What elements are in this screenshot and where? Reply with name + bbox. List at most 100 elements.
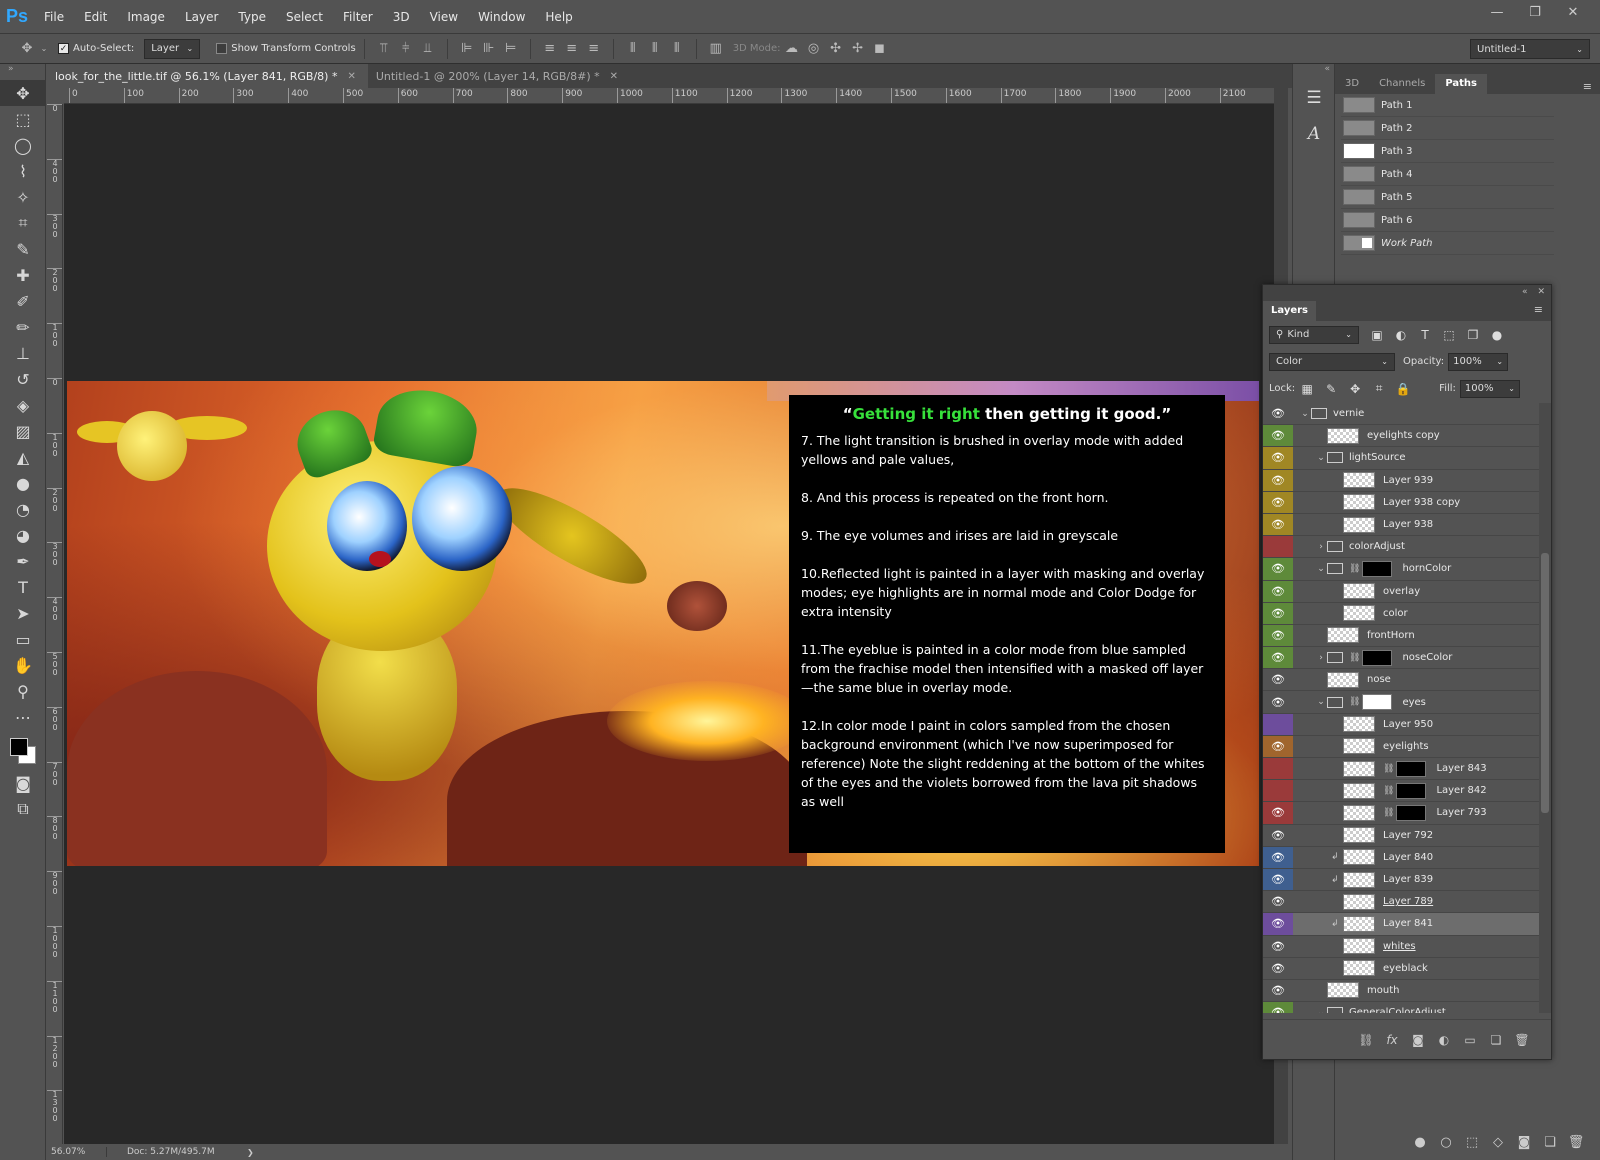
filter-pixel-icon[interactable]: ▣: [1365, 328, 1389, 342]
distribute-hcenter-icon[interactable]: ⦀: [644, 39, 666, 59]
align-vcenter-icon[interactable]: ⫩: [395, 39, 417, 59]
visibility-eye-icon[interactable]: 👁: [1263, 758, 1293, 780]
visibility-eye-icon[interactable]: 👁: [1263, 846, 1293, 868]
visibility-eye-icon[interactable]: 👁: [1263, 647, 1293, 669]
lasso-tool-icon[interactable]: ◯: [0, 132, 46, 158]
layer-row[interactable]: 👁 mouth: [1263, 980, 1539, 1003]
menu-item-select[interactable]: Select: [276, 0, 333, 34]
path-item[interactable]: Path 6: [1341, 209, 1554, 232]
visibility-eye-icon[interactable]: 👁: [1263, 602, 1293, 624]
layer-thumbnail[interactable]: [1343, 915, 1375, 932]
tab-channels[interactable]: Channels: [1369, 74, 1435, 94]
visibility-eye-icon[interactable]: 👁: [1263, 1002, 1293, 1013]
layer-group-row[interactable]: 👁 ⌄ GeneralColorAdjust: [1263, 1002, 1539, 1013]
opacity-field[interactable]: 100% ⌄: [1448, 352, 1509, 371]
type-tool-icon[interactable]: T: [0, 574, 46, 600]
new-group-icon[interactable]: ▭: [1457, 1033, 1483, 1047]
layer-thumbnail[interactable]: [1343, 960, 1375, 977]
collapse-panels-icon[interactable]: «: [1293, 64, 1334, 80]
layer-thumbnail[interactable]: [1343, 804, 1375, 821]
lock-position-icon[interactable]: ✥: [1343, 382, 1367, 396]
layer-group-row[interactable]: 👁 ⌄ vernie: [1263, 403, 1539, 426]
layer-thumbnail[interactable]: [1327, 427, 1359, 444]
mask-link-icon[interactable]: ⛓: [1383, 808, 1394, 818]
layer-thumbnail[interactable]: [1343, 472, 1375, 489]
3d-roll-icon[interactable]: ◎: [803, 39, 825, 59]
visibility-eye-icon[interactable]: 👁: [1263, 624, 1293, 647]
visibility-eye-icon[interactable]: 👁: [1263, 891, 1293, 912]
menu-item-file[interactable]: File: [34, 0, 74, 34]
document-tab[interactable]: Untitled-1 @ 200% (Layer 14, RGB/8#) * ✕: [367, 64, 631, 88]
lock-transparent-icon[interactable]: ▦: [1295, 382, 1319, 396]
sponge-tool-icon[interactable]: ◕: [0, 522, 46, 548]
document-tab-active[interactable]: look_for_the_little.tif @ 56.1% (Layer 8…: [47, 64, 368, 88]
chevron-down-icon[interactable]: ⌄: [1299, 409, 1311, 419]
auto-select-target-dropdown[interactable]: Layer ⌄: [144, 38, 201, 59]
mask-link-icon[interactable]: ⛓: [1349, 653, 1360, 663]
layer-mask-thumbnail[interactable]: [1396, 804, 1427, 821]
layer-row[interactable]: 👁 eyelights: [1263, 735, 1539, 758]
visibility-eye-icon[interactable]: 👁: [1263, 913, 1293, 935]
layer-row[interactable]: 👁 ⛓ Layer 843: [1263, 758, 1539, 781]
path-item[interactable]: Path 4: [1341, 163, 1554, 186]
layer-row[interactable]: 👁 Layer 950: [1263, 713, 1539, 736]
eyedropper-tool-icon[interactable]: ✎: [0, 236, 46, 262]
path-item[interactable]: Path 5: [1341, 186, 1554, 209]
menu-item-image[interactable]: Image: [117, 0, 175, 34]
layer-row[interactable]: 👁 frontHorn: [1263, 624, 1539, 648]
layer-row[interactable]: 👁 ⛓ Layer 842: [1263, 780, 1539, 803]
add-mask-icon[interactable]: ◙: [1511, 1135, 1537, 1150]
mixer-brush-icon[interactable]: ✏: [0, 314, 46, 340]
status-menu-arrow[interactable]: ❯: [247, 1148, 254, 1157]
pen-tool-icon[interactable]: ✒: [0, 548, 46, 574]
chevron-down-icon[interactable]: ⌄: [1315, 1008, 1327, 1013]
3d-slide-icon[interactable]: ✢: [847, 39, 869, 59]
mask-link-icon[interactable]: ⛓: [1349, 564, 1360, 574]
distribute-vcenter-icon[interactable]: ≡: [561, 39, 583, 59]
distribute-top-icon[interactable]: ≡: [539, 39, 561, 59]
tab-3d[interactable]: 3D: [1335, 74, 1369, 94]
fill-path-icon[interactable]: ●: [1407, 1135, 1433, 1150]
chevron-down-icon[interactable]: ⌄: [1315, 453, 1327, 463]
layer-row[interactable]: 👁 eyeblack: [1263, 958, 1539, 980]
visibility-eye-icon[interactable]: 👁: [1263, 669, 1293, 690]
show-transform-checkbox[interactable]: [216, 43, 228, 54]
align-left-icon[interactable]: ⊫: [456, 39, 478, 59]
panel-menu-icon[interactable]: ≡: [1534, 303, 1543, 316]
layer-group-row[interactable]: 👁 ⌄ lightSource: [1263, 447, 1539, 470]
layer-thumbnail[interactable]: [1343, 782, 1375, 799]
layer-row[interactable]: 👁 Layer 792: [1263, 825, 1539, 847]
filter-smart-object-icon[interactable]: ❐: [1461, 328, 1485, 342]
menu-item-filter[interactable]: Filter: [333, 0, 383, 34]
visibility-eye-icon[interactable]: 👁: [1263, 513, 1293, 536]
layer-row[interactable]: 👁 Layer 939: [1263, 469, 1539, 492]
move-tool-icon[interactable]: ✥: [0, 80, 46, 106]
adjustment-layer-icon[interactable]: ◐: [1431, 1033, 1457, 1047]
auto-select-checkbox[interactable]: ✓: [58, 43, 69, 54]
layer-row[interactable]: 👁 ↲ Layer 839: [1263, 868, 1539, 892]
menu-item-layer[interactable]: Layer: [175, 0, 228, 34]
layer-thumbnail[interactable]: [1343, 605, 1375, 622]
path-item[interactable]: Path 1: [1341, 94, 1554, 117]
layer-mask-thumbnail[interactable]: [1362, 560, 1393, 577]
align-right-icon[interactable]: ⊨: [500, 39, 522, 59]
layer-row[interactable]: 👁 whites: [1263, 936, 1539, 958]
clone-stamp-icon[interactable]: ⊥: [0, 340, 46, 366]
chevron-down-icon[interactable]: ⌄: [1315, 564, 1327, 574]
layer-row[interactable]: 👁 Layer 938 copy: [1263, 491, 1539, 514]
layer-row[interactable]: 👁 eyelights copy: [1263, 425, 1539, 448]
path-item[interactable]: Path 3: [1341, 140, 1554, 163]
visibility-eye-icon[interactable]: 👁: [1263, 735, 1293, 757]
chevron-down-icon[interactable]: ⌄: [1315, 697, 1327, 707]
chevron-right-icon[interactable]: ›: [1315, 653, 1327, 663]
blend-mode-dropdown[interactable]: Color ⌄: [1269, 352, 1395, 371]
close-tab-icon[interactable]: ✕: [347, 71, 355, 82]
layer-thumbnail[interactable]: [1343, 827, 1375, 844]
visibility-eye-icon[interactable]: 👁: [1263, 780, 1293, 802]
close-panel-icon[interactable]: ✕: [1537, 287, 1545, 297]
link-layers-icon[interactable]: ⛓: [1353, 1033, 1379, 1047]
new-layer-icon[interactable]: ❏: [1483, 1033, 1509, 1047]
visibility-eye-icon[interactable]: 👁: [1263, 403, 1293, 424]
chevron-down-icon[interactable]: ⌄: [38, 39, 50, 59]
filter-kind-dropdown[interactable]: ⚲ Kind ⌄: [1269, 325, 1359, 344]
